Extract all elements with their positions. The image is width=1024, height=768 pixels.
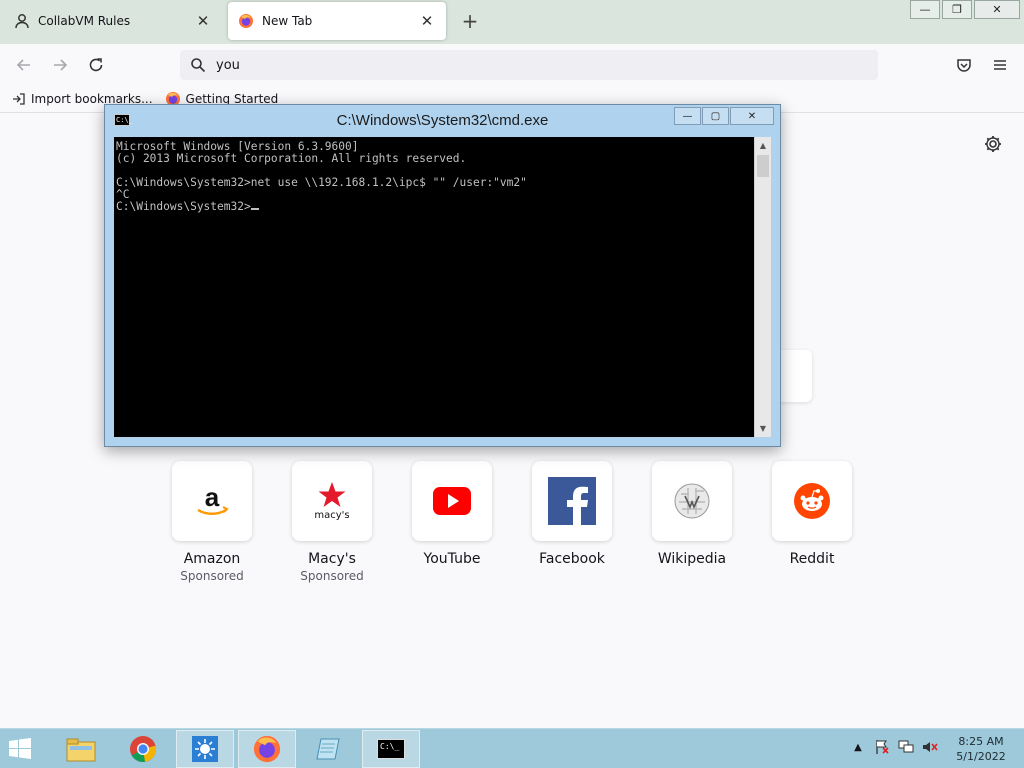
scrollbar-thumb[interactable] — [757, 155, 769, 177]
taskbar-file-explorer[interactable] — [52, 730, 110, 768]
text-cursor — [250, 208, 259, 210]
reddit-icon — [794, 483, 830, 519]
clock-time: 8:25 AM — [958, 735, 1004, 748]
person-icon — [14, 13, 30, 29]
import-icon — [12, 92, 26, 106]
new-tab-button[interactable]: + — [458, 9, 482, 33]
tab-close-icon[interactable]: ✕ — [418, 12, 436, 30]
top-site-tile[interactable]: macy's — [292, 461, 372, 541]
taskbar-cmd[interactable]: C:\_ — [362, 730, 420, 768]
sponsored-label: Sponsored — [180, 569, 244, 583]
taskbar-notepad[interactable] — [300, 730, 358, 768]
top-site-label: Reddit — [789, 551, 835, 567]
taskbar-chrome[interactable] — [114, 730, 172, 768]
console-output[interactable]: Microsoft Windows [Version 6.3.9600] (c)… — [114, 137, 754, 437]
macys-icon: macy's — [314, 481, 350, 521]
top-site-tile[interactable] — [772, 461, 852, 541]
tab-title: New Tab — [262, 14, 313, 28]
top-site-label: YouTube — [423, 551, 481, 567]
weather-icon — [192, 736, 218, 762]
pocket-icon — [957, 59, 971, 72]
close-window-button[interactable]: ✕ — [974, 0, 1020, 19]
windows-logo-icon — [9, 738, 31, 759]
forward-button[interactable] — [48, 53, 72, 77]
cmd-scrollbar[interactable]: ▲ ▼ — [754, 137, 771, 437]
system-tray: ▲ — [850, 739, 946, 755]
top-site-tile[interactable] — [412, 461, 492, 541]
firefox-icon — [238, 13, 254, 29]
tab-title: CollabVM Rules — [38, 14, 131, 28]
cmd-icon: C:\_ — [377, 739, 405, 759]
amazon-icon: a — [197, 482, 229, 515]
console-line: (c) 2013 Microsoft Corporation. All righ… — [116, 152, 467, 165]
restore-button[interactable]: ❐ — [942, 0, 972, 19]
taskbar-firefox[interactable] — [238, 730, 296, 768]
file-explorer-icon — [66, 738, 96, 762]
tray-expand-chevron-up-icon[interactable]: ▲ — [850, 739, 866, 755]
top-site-tile[interactable] — [532, 461, 612, 541]
scroll-down-arrow-icon[interactable]: ▼ — [755, 420, 771, 437]
action-center-flag-icon[interactable] — [874, 739, 890, 755]
start-button[interactable] — [8, 737, 32, 761]
hamburger-menu-icon — [994, 60, 1006, 70]
window-controls: — ❐ ✕ — [908, 0, 1020, 19]
tab-close-icon[interactable]: ✕ — [194, 12, 212, 30]
back-button[interactable] — [12, 53, 36, 77]
macys-logo-text: macy's — [314, 510, 350, 521]
facebook-icon — [548, 477, 596, 525]
top-site-macys[interactable]: macy's Macy's Sponsored — [282, 461, 382, 583]
top-site-label: Amazon — [183, 551, 241, 567]
search-icon — [191, 58, 206, 73]
cmd-maximize-button[interactable]: ▢ — [702, 107, 729, 125]
pocket-button[interactable] — [952, 53, 976, 77]
sponsored-label: Sponsored — [300, 569, 364, 583]
minimize-button[interactable]: — — [910, 0, 940, 19]
scroll-up-arrow-icon[interactable]: ▲ — [755, 137, 771, 154]
personalize-settings-button[interactable] — [983, 134, 1003, 154]
tab-collabvm-rules[interactable]: CollabVM Rules ✕ — [4, 2, 222, 40]
svg-text:a: a — [205, 482, 220, 512]
volume-muted-icon[interactable] — [922, 739, 938, 755]
chrome-icon — [130, 736, 157, 762]
top-site-facebook[interactable]: Facebook — [522, 461, 622, 567]
notepad-icon — [316, 738, 340, 760]
top-site-reddit[interactable]: Reddit — [762, 461, 862, 567]
top-site-wikipedia[interactable]: Wikipedia — [642, 461, 742, 567]
console-prompt: C:\Windows\System32> — [116, 200, 251, 213]
reload-icon — [89, 58, 103, 72]
tab-strip: CollabVM Rules ✕ New Tab ✕ + — ❐ ✕ — [0, 0, 1024, 44]
wikipedia-icon — [674, 483, 710, 519]
gear-icon — [985, 136, 1001, 152]
clock-date: 5/1/2022 — [956, 750, 1006, 763]
url-bar[interactable]: you — [180, 50, 878, 80]
firefox-icon — [253, 735, 281, 763]
console-line: C:\Windows\System32>net use \\192.168.1.… — [116, 176, 527, 189]
taskbar-clock[interactable]: 8:25 AM 5/1/2022 — [946, 734, 1016, 764]
network-icon[interactable] — [898, 739, 914, 755]
console-prompt-line: C:\Windows\System32> — [116, 201, 752, 213]
top-site-tile[interactable]: a — [172, 461, 252, 541]
url-input-value[interactable]: you — [216, 58, 240, 73]
cmd-title-bar[interactable]: C:\_ C:\Windows\System32\cmd.exe — ▢ ✕ — [105, 105, 780, 137]
cmd-window[interactable]: C:\_ C:\Windows\System32\cmd.exe — ▢ ✕ M… — [104, 104, 781, 447]
youtube-icon — [433, 487, 471, 515]
taskbar: C:\_ ▲ 8:25 AM 5/1/2022 — [0, 728, 1024, 768]
cmd-window-controls: — ▢ ✕ — [673, 107, 774, 125]
arrow-left-icon — [16, 59, 30, 71]
top-site-label: Macy's — [308, 551, 356, 567]
top-site-amazon[interactable]: a Amazon Sponsored — [162, 461, 262, 583]
cmd-close-button[interactable]: ✕ — [730, 107, 774, 125]
app-menu-button[interactable] — [988, 53, 1012, 77]
top-site-youtube[interactable]: YouTube — [402, 461, 502, 567]
taskbar-weather[interactable] — [176, 730, 234, 768]
top-site-label: Wikipedia — [657, 551, 727, 567]
arrow-right-icon — [54, 59, 68, 71]
tab-new-tab[interactable]: New Tab ✕ — [228, 2, 446, 40]
top-site-tile[interactable] — [652, 461, 732, 541]
cmd-minimize-button[interactable]: — — [674, 107, 701, 125]
reload-button[interactable] — [84, 53, 108, 77]
navigation-toolbar: you — [0, 44, 1024, 86]
top-site-label: Facebook — [539, 551, 605, 567]
